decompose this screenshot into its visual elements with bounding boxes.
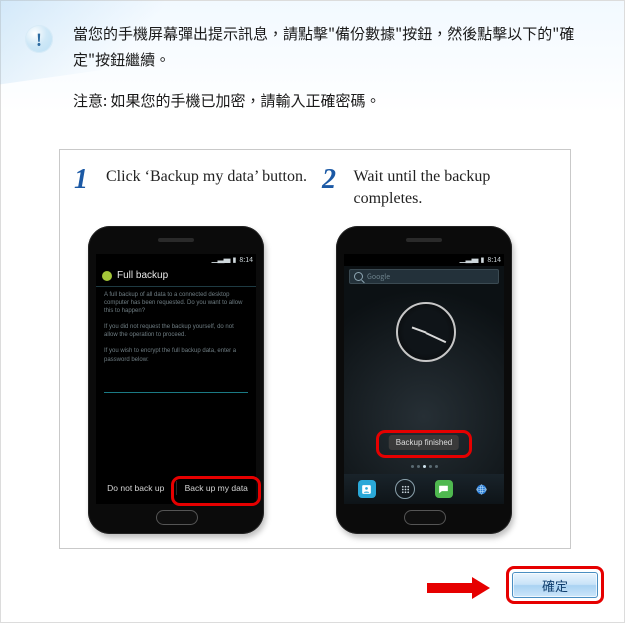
contacts-app-icon <box>358 480 376 498</box>
backup-instruction-dialog: ! 當您的手機屏幕彈出提示訊息，請點擊"備份數據"按鈕，然後點擊以下的"確定"按… <box>0 0 625 623</box>
home-button <box>404 510 446 525</box>
info-icon: ! <box>25 25 53 53</box>
android-icon <box>102 271 112 281</box>
step-one-pane: 1 Click ‘Backup my data’ button. ▁▃▅ ▮ 8… <box>74 164 312 538</box>
search-icon <box>354 272 363 281</box>
clock-widget <box>396 302 456 362</box>
ok-button[interactable]: 確定 <box>512 572 598 598</box>
step-one-header: 1 Click ‘Backup my data’ button. <box>74 164 312 212</box>
step-one-number: 1 <box>74 164 106 194</box>
search-placeholder: Google <box>367 272 390 282</box>
signal-icon: ▁▃▅ <box>460 255 478 265</box>
back-up-my-data-action: Back up my data <box>177 478 257 498</box>
backup-text-1: A full backup of all data to a connected… <box>104 291 248 315</box>
message-block: 當您的手機屏幕彈出提示訊息，請點擊"備份數據"按鈕，然後點擊以下的"確定"按鈕繼… <box>73 21 596 114</box>
phone-speaker <box>406 238 442 242</box>
password-input-line <box>104 382 248 393</box>
full-backup-title: Full backup <box>117 270 168 281</box>
highlight-ok-button: 確定 <box>506 566 604 605</box>
illustration-panel: 1 Click ‘Backup my data’ button. ▁▃▅ ▮ 8… <box>59 149 571 549</box>
messaging-app-icon <box>435 480 453 498</box>
backup-finished-toast: Backup finished <box>389 435 459 450</box>
dock <box>344 474 504 504</box>
ok-button-area: 確定 <box>502 562 608 609</box>
status-time: 8:14 <box>487 255 501 265</box>
step-two-pane: 2 Wait until the backup completes. ▁▃▅ ▮… <box>322 164 560 538</box>
backup-text-2: If you did not request the backup yourse… <box>104 323 248 339</box>
page-dots <box>344 465 504 468</box>
phone-two-screen: ▁▃▅ ▮ 8:14 Google Backup finished <box>344 254 504 504</box>
step-one-text: Click ‘Backup my data’ button. <box>106 164 307 188</box>
arrow-icon <box>427 577 497 599</box>
message-main: 當您的手機屏幕彈出提示訊息，請點擊"備份數據"按鈕，然後點擊以下的"確定"按鈕繼… <box>73 21 596 72</box>
do-not-back-up-action: Do not back up <box>96 478 176 498</box>
step-two-number: 2 <box>322 164 354 194</box>
full-backup-header: Full backup <box>96 266 256 287</box>
signal-icon: ▁▃▅ <box>212 255 230 265</box>
phone-mock-two: ▁▃▅ ▮ 8:14 Google Backup finished <box>336 226 512 534</box>
phone-one-screen: ▁▃▅ ▮ 8:14 Full backup A full backup of … <box>96 254 256 504</box>
backup-actions: Do not back up Back up my data <box>96 478 256 498</box>
battery-icon: ▮ <box>481 255 485 265</box>
step-two-text: Wait until the backup completes. <box>354 164 561 209</box>
full-backup-body: A full backup of all data to a connected… <box>96 287 256 376</box>
phone-speaker <box>158 238 194 242</box>
phone-mock-one: ▁▃▅ ▮ 8:14 Full backup A full backup of … <box>88 226 264 534</box>
battery-icon: ▮ <box>233 255 237 265</box>
step-two-header: 2 Wait until the backup completes. <box>322 164 560 212</box>
clock-hour-hand <box>412 327 427 334</box>
status-bar: ▁▃▅ ▮ 8:14 <box>344 254 504 266</box>
message-note: 注意: 如果您的手機已加密，請輸入正確密碼。 <box>73 88 596 114</box>
apps-drawer-icon <box>395 479 415 499</box>
backup-text-3: If you wish to encrypt the full backup d… <box>104 347 248 363</box>
status-time: 8:14 <box>239 255 253 265</box>
browser-app-icon <box>472 480 490 498</box>
google-search-bar: Google <box>349 269 499 284</box>
home-button <box>156 510 198 525</box>
status-bar: ▁▃▅ ▮ 8:14 <box>96 254 256 266</box>
clock-minute-hand <box>426 332 447 343</box>
